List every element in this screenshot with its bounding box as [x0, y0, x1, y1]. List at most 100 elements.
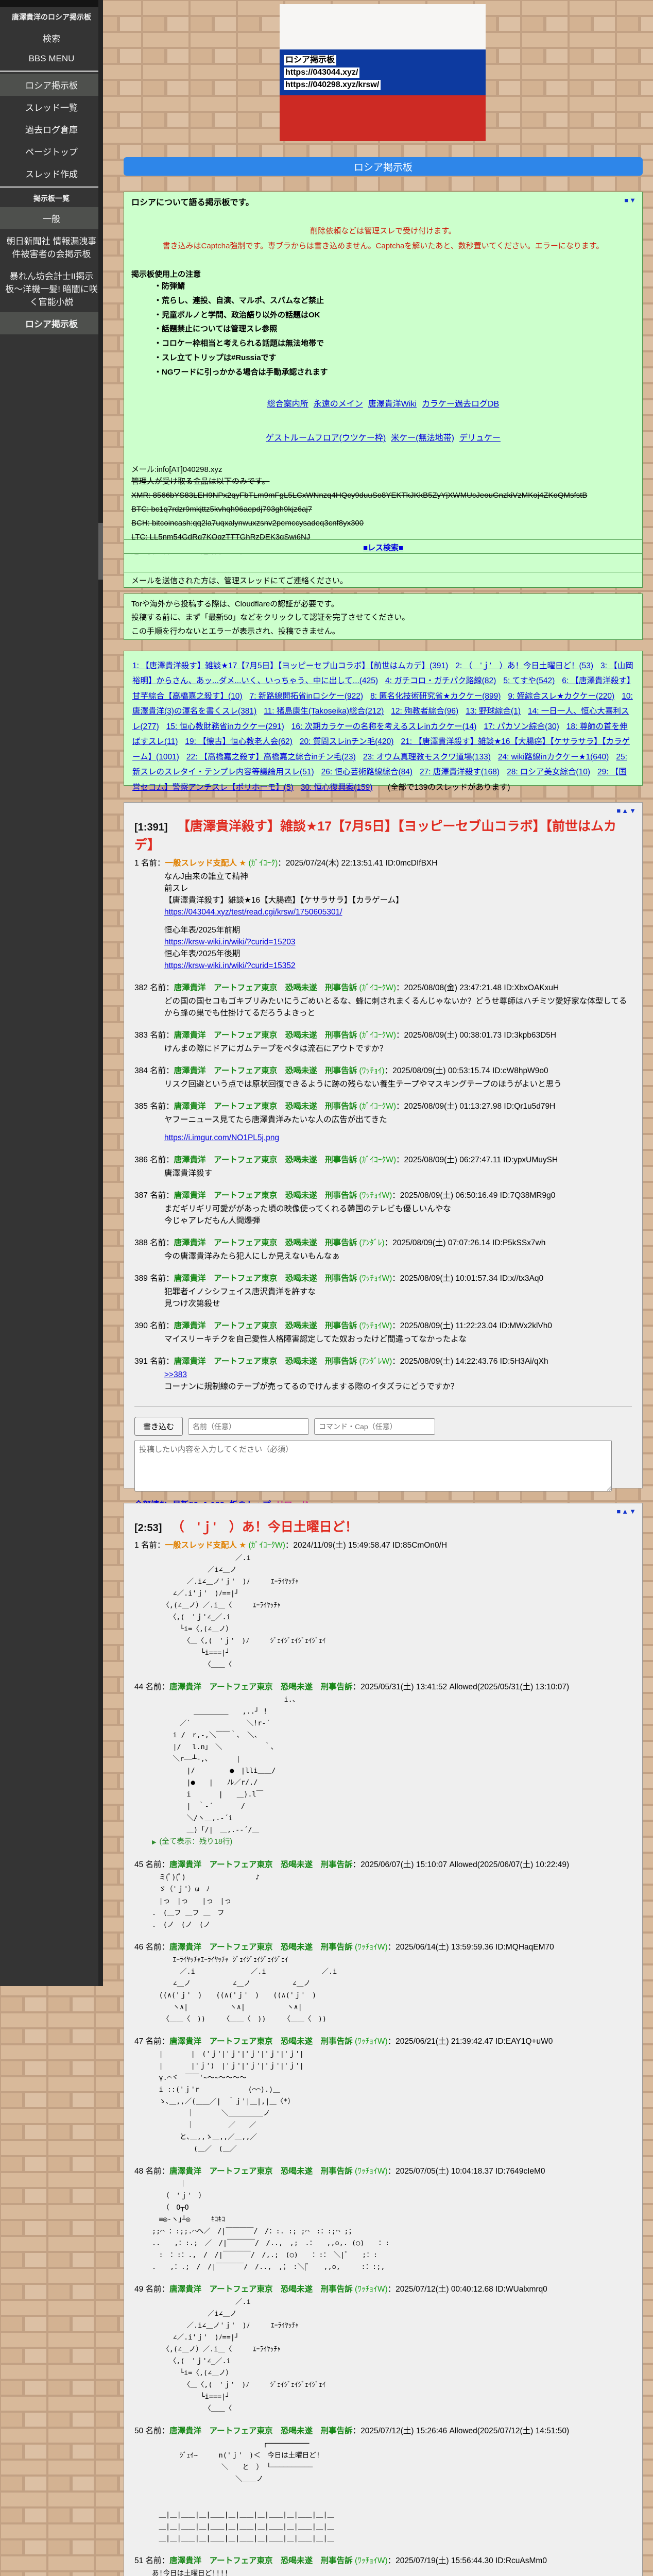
post-datetime-id: ：2025/08/09(土) 00:38:01.73 ID:3kpb63D5H [396, 1031, 557, 1040]
post-389: 389 名前：唐澤貴洋 アートフェア東京 恐喝未遂 刑事告訴 (ﾜｯﾁｮｲW)：… [134, 1273, 632, 1310]
thread-list-link-1[interactable]: 1: 【唐澤貴洋殺す】雑談★17【7月5日】【ヨッピーセブ山コラボ】【前世はムカ… [132, 662, 448, 670]
post-author-tag: (ｶﾞｲｺｰｸW) [357, 1156, 397, 1164]
sidebar-board-item-0[interactable]: 一般 [0, 207, 103, 229]
thread-list-link-22[interactable]: 22: 【高橋嘉之殺す】高橋嘉之綜合inチン毛(23) [186, 753, 356, 761]
board-link-デリュケー[interactable]: デリュケー [459, 434, 501, 443]
post-number: 384 名前： [134, 1066, 174, 1075]
sidebar-nav-item-0[interactable]: ロシア掲示板 [0, 74, 103, 96]
thread-list-link-7[interactable]: 7: 新路線開拓省inロシケー(922) [250, 692, 363, 701]
thread-list-link-28[interactable]: 28: ロシア美女綜合(10) [507, 768, 590, 776]
thread-list-link-20[interactable]: 20: 質問スレinチン毛(420) [300, 737, 394, 746]
sidebar-board-item-1[interactable]: 朝日新聞社 情報漏洩事件被害者の会掲示板 [0, 229, 103, 264]
russia-flag-banner[interactable]: ロシア掲示板 https://043044.xyz/ https://04029… [280, 4, 486, 141]
post-body: 今の唐澤貴洋みたら犯人にしか見えないもんなぁ [164, 1250, 632, 1262]
post-body: リスク回避という点では原状回復できるように跡の残らない養生テープやマスキングテー… [164, 1078, 632, 1090]
post-link[interactable]: https://043044.xyz/test/read.cgi/krsw/17… [164, 908, 342, 917]
post-51: 51 名前：唐澤貴洋 アートフェア東京 恐喝未遂 刑事告訴 (ﾜｯﾁｮｲW)：2… [134, 2555, 632, 2576]
post-391: 391 名前：唐澤貴洋 アートフェア東京 恐喝未遂 刑事告訴 (ｱﾝﾀﾞﾚW)：… [134, 1355, 632, 1393]
post-author-tag: (ﾜｯﾁｮｲW) [357, 1191, 392, 1200]
thread-list-link-8[interactable]: 8: 匿名化技術研究省★カクケー(899) [370, 692, 501, 701]
board-link-米ケー(無法地帯)[interactable]: 米ケー(無法地帯) [391, 434, 454, 443]
tor-line-0: Torや海外から投稿する際は、Cloudflareの認証が必要です。 [131, 600, 339, 608]
thread-list-link-5[interactable]: 5: てすや(542) [503, 676, 555, 685]
thread-list-link-13[interactable]: 13: 野球綜合(1) [466, 707, 521, 716]
post-author-name: 唐澤貴洋 アートフェア東京 恐喝未遂 刑事告訴 [174, 1066, 357, 1075]
flag-url-2: https://040298.xyz/krsw/ [284, 80, 381, 90]
thread1-title: 【唐澤貴洋殺す】雑談★17【7月5日】【ヨッピーセブ山コラボ】【前世はムカデ】 [134, 819, 616, 852]
post-anchor-link[interactable]: >>383 [164, 1370, 187, 1379]
expand-aa-link[interactable]: ▶ (全て表示：残り18行) [152, 1836, 632, 1849]
sidebar-item-top-0[interactable]: 唐澤貴洋のロシア掲示板 [0, 7, 103, 27]
thread-list-link-15[interactable]: 15: 恒心教財務省inカクケー(291) [166, 722, 284, 731]
sidebar-scrollbar-thumb[interactable] [98, 523, 103, 580]
post-45: 45 名前：唐澤貴洋 アートフェア東京 恐喝未遂 刑事告訴：2025/06/07… [134, 1859, 632, 1931]
thread-list-link-26[interactable]: 26: 恒心芸術路線綜合(84) [321, 768, 413, 776]
post-datetime-id: ：2025/08/09(土) 14:22:43.76 ID:5H3Ai/qXh [392, 1357, 548, 1366]
post-header-388: 388 名前：唐澤貴洋 アートフェア東京 恐喝未遂 刑事告訴 (ｱﾝﾀﾞﾚ)：2… [134, 1237, 632, 1249]
sidebar-item-top-1[interactable]: 検索 [0, 27, 103, 49]
post-49: 49 名前：唐澤貴洋 アートフェア東京 恐喝未遂 刑事告訴 (ﾜｯﾁｮｲW)：2… [134, 2283, 632, 2415]
sidebar-item-top-2[interactable]: BBS MENU [0, 49, 103, 69]
board-link-ゲストルームフロア(ウツケー枠)[interactable]: ゲストルームフロア(ウツケー枠) [266, 434, 386, 443]
post-datetime-id: ：2025/06/21(土) 21:39:42.47 ID:EAY1Q+uW0 [387, 2037, 553, 2046]
post-body-textarea[interactable] [134, 1440, 612, 1492]
thread2-number: [2:53] [134, 1522, 162, 1534]
thread1-nav-icons[interactable]: ■▲▼ [616, 807, 637, 815]
sidebar-board-item-2[interactable]: 暴れん坊会計士II掲示板〜洋機一髪! 暗闇に咲く官能小説 [0, 264, 103, 312]
post-datetime-id: ：2025/08/08(金) 23:47:21.48 ID:XbxOAKxuH [396, 984, 559, 992]
thread-list-link-23[interactable]: 23: オウム真理教モスクワ道場(133) [363, 753, 491, 761]
sidebar-nav-item-2[interactable]: 過去ログ倉庫 [0, 118, 103, 140]
post-datetime-id: ：2025/07/05(土) 10:04:18.37 ID:7649cIeM0 [387, 2167, 545, 2176]
post-1: 1 名前：一般スレッド支配人 ★ (ｶﾞｲｺｰｸ)：2025/07/24(木) … [134, 857, 632, 972]
thread-list-link-11[interactable]: 11: 猪島康生(Takoseika)総合(212) [264, 707, 384, 716]
post-384: 384 名前：唐澤貴洋 アートフェア東京 恐喝未遂 刑事告訴 (ﾜｯﾁｮｲ)：2… [134, 1065, 632, 1090]
thread-list-link-17[interactable]: 17: パカソン綜合(30) [484, 722, 559, 731]
post-header-45: 45 名前：唐澤貴洋 アートフェア東京 恐喝未遂 刑事告訴：2025/06/07… [134, 1859, 632, 1871]
thread-list-link-30[interactable]: 30: 恒心復興案(159) [301, 783, 373, 792]
sidebar-divider [0, 71, 103, 72]
res-search-link[interactable]: ■レス検索■ [363, 544, 403, 552]
post-text-line: 見つけ次第殺せ [164, 1299, 220, 1308]
post-form-row: 書き込む [134, 1417, 632, 1436]
thread1-heading: [1:391] 【唐澤貴洋殺す】雑談★17【7月5日】【ヨッピーセブ山コラボ】【… [134, 816, 632, 853]
post-link[interactable]: https://krsw-wiki.in/wiki/?curid=15352 [164, 961, 296, 970]
board-link-唐澤貴洋Wiki[interactable]: 唐澤貴洋Wiki [368, 400, 417, 409]
board-link-カラケー過去ログDB[interactable]: カラケー過去ログDB [422, 400, 499, 409]
post-header-46: 46 名前：唐澤貴洋 アートフェア東京 恐喝未遂 刑事告訴 (ﾜｯﾁｮｲW)：2… [134, 1941, 632, 1953]
thread-list-link-12[interactable]: 12: 殉教者綜合(96) [391, 707, 458, 716]
sidebar-nav-item-4[interactable]: スレッド作成 [0, 162, 103, 184]
thread-list-link-16[interactable]: 16: 次期カラケーの名称を考えるスレinカクケー(14) [291, 722, 477, 731]
thread2-title: （ 'ｊ' ）あ！今日土曜日ど！ [171, 1520, 358, 1534]
submit-post-button[interactable]: 書き込む [134, 1417, 183, 1436]
thread-list-link-19[interactable]: 19: 【懐古】恒心教老人会(62) [185, 737, 292, 746]
thread-list-link-9[interactable]: 9: 姪綜合スレ★カクケー(220) [508, 692, 614, 701]
post-author-tag: (ｶﾞｲｺｰｸW) [246, 1541, 285, 1550]
board-nav-icons[interactable]: ■▼ [624, 196, 637, 204]
rule-item-4: ・コロケー枠相当と考えられる話題は無法地帯で [154, 339, 324, 348]
rules-list: ・防弾鯖 ・荒らし、連投、自演、マルポ、スパムなど禁止 ・児童ポルノと学問、政治語り… [154, 279, 635, 379]
thread2-nav-icons[interactable]: ■▲▼ [616, 1507, 637, 1515]
thread2-heading: [2:53] （ 'ｊ' ）あ！今日土曜日ど！ [134, 1517, 632, 1535]
mail-notice-box: メールを送信された方は、管理スレッドにてご連絡ください。 [124, 572, 643, 587]
thread-list-link-27[interactable]: 27: 唐澤貴洋殺す(168) [420, 768, 500, 776]
board-link-総合案内所[interactable]: 総合案内所 [267, 400, 308, 409]
sidebar-board-item-3[interactable]: ロシア掲示板 [0, 312, 103, 334]
board-link-永遠のメイン[interactable]: 永遠のメイン [314, 400, 363, 409]
post-link[interactable]: https://krsw-wiki.in/wiki/?curid=15203 [164, 938, 296, 946]
flag-white-stripe [280, 4, 486, 49]
command-cap-field[interactable] [314, 1418, 436, 1435]
post-author-name: 唐澤貴洋 アートフェア東京 恐喝未遂 刑事告訴 [174, 984, 357, 992]
sidebar-nav-item-3[interactable]: ページトップ [0, 140, 103, 162]
post-author-tag: (ﾜｯﾁｮｲW) [357, 1274, 392, 1283]
post-datetime-id: ：2025/08/09(土) 06:27:47.11 ID:ypxUMuySH [396, 1156, 558, 1164]
notice-warning-1: 削除依頼などは管理スレで受け付けます。 [310, 227, 456, 235]
thread-list-link-2[interactable]: 2: （ 'ｊ' ）あ！今日土曜日ど！(53) [455, 662, 593, 670]
thread-list-link-24[interactable]: 24: wiki路線inカクケー★1(640) [498, 753, 609, 761]
name-field[interactable] [188, 1418, 310, 1435]
thread-list-link-4[interactable]: 4: ガチコロ・ガチパク路線(82) [385, 676, 496, 685]
post-link[interactable]: https://i.imgur.com/NO1PL5j.png [164, 1133, 279, 1142]
sidebar-scrollbar-track[interactable] [98, 0, 103, 1986]
struck-line-0: 管理人が受け取る金品は以下のみです。 [131, 477, 270, 486]
sidebar-nav-item-1[interactable]: スレッド一覧 [0, 96, 103, 118]
